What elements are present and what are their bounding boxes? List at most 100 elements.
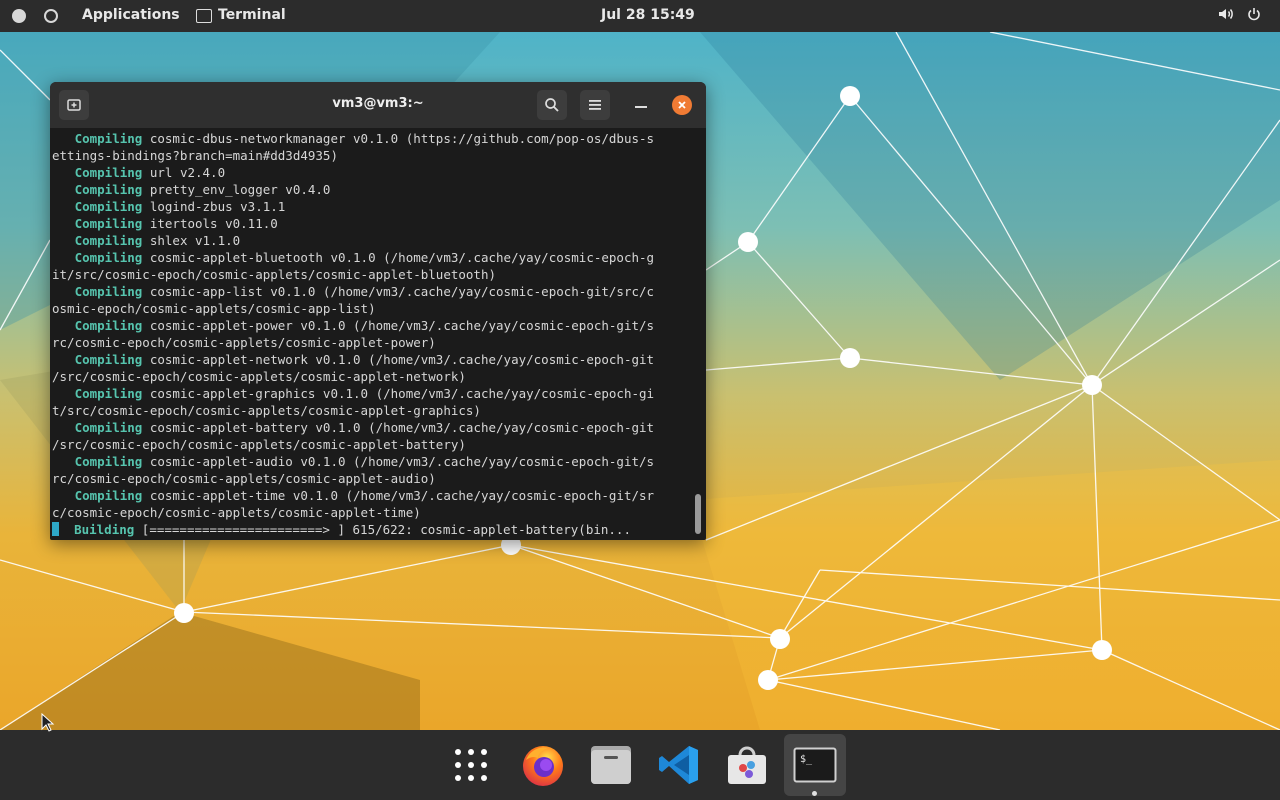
terminal-output[interactable]: Compiling cosmic-dbus-networkmanager v0.…: [50, 128, 694, 540]
compiling-keyword: Compiling: [52, 216, 143, 231]
running-indicator: [812, 791, 817, 796]
line-text: c/cosmic-epoch/cosmic-applets/cosmic-app…: [52, 505, 421, 520]
line-text: cosmic-applet-graphics v0.1.0 (/home/vm3…: [142, 386, 655, 401]
line-text: cosmic-applet-power v0.1.0 (/home/vm3/.c…: [142, 318, 655, 333]
compiling-keyword: Compiling: [52, 250, 143, 265]
close-icon: [678, 101, 686, 109]
terminal-line: ettings-bindings?branch=main#dd3d4935): [52, 147, 694, 164]
firefox-icon: [523, 746, 563, 786]
terminal-window[interactable]: vm3@vm3:~ Compiling cosmic-dbus-networkm…: [50, 82, 706, 540]
terminal-line: it/src/cosmic-epoch/cosmic-applets/cosmi…: [52, 266, 694, 283]
line-text: cosmic-applet-battery v0.1.0 (/home/vm3/…: [142, 420, 655, 435]
line-text: cosmic-applet-audio v0.1.0 (/home/vm3/.c…: [142, 454, 655, 469]
compiling-keyword: Compiling: [52, 131, 143, 146]
terminal-line: Compiling cosmic-applet-network v0.1.0 (…: [52, 351, 694, 368]
firefox-launcher[interactable]: [516, 738, 570, 792]
terminal-line: Compiling itertools v0.11.0: [52, 215, 694, 232]
terminal-line: rc/cosmic-epoch/cosmic-applets/cosmic-ap…: [52, 334, 694, 351]
compiling-keyword: Compiling: [52, 420, 143, 435]
top-panel: Applications Terminal Jul 28 15:49: [0, 0, 1280, 32]
line-text: itertools v0.11.0: [142, 216, 278, 231]
app-grid-button[interactable]: [444, 738, 498, 792]
terminal-line: Compiling cosmic-applet-audio v0.1.0 (/h…: [52, 453, 694, 470]
line-text: logind-zbus v3.1.1: [142, 199, 286, 214]
compiling-keyword: Compiling: [52, 284, 143, 299]
line-text: cosmic-applet-bluetooth v0.1.0 (/home/vm…: [142, 250, 655, 265]
terminal-line: Compiling cosmic-dbus-networkmanager v0.…: [52, 130, 694, 147]
line-text: /src/cosmic-epoch/cosmic-applets/cosmic-…: [52, 437, 466, 452]
building-progress-line: Building [=======================> ] 615…: [52, 521, 694, 538]
terminal-line: c/cosmic-epoch/cosmic-applets/cosmic-app…: [52, 504, 694, 521]
compiling-keyword: Compiling: [52, 199, 143, 214]
active-app-label: Terminal: [218, 7, 286, 23]
line-text: cosmic-app-list v0.1.0 (/home/vm3/.cache…: [142, 284, 655, 299]
power-icon[interactable]: [1247, 7, 1261, 25]
line-text: url v2.4.0: [142, 165, 226, 180]
compiling-keyword: Compiling: [52, 233, 143, 248]
terminal-line: Compiling cosmic-applet-graphics v0.1.0 …: [52, 385, 694, 402]
terminal-line: /src/cosmic-epoch/cosmic-applets/cosmic-…: [52, 368, 694, 385]
line-text: rc/cosmic-epoch/cosmic-applets/cosmic-ap…: [52, 471, 436, 486]
search-icon: [545, 98, 559, 112]
line-text: cosmic-dbus-networkmanager v0.1.0 (https…: [142, 131, 655, 146]
terminal-line: Compiling pretty_env_logger v0.4.0: [52, 181, 694, 198]
terminal-line: Compiling cosmic-applet-time v0.1.0 (/ho…: [52, 487, 694, 504]
line-text: osmic-epoch/cosmic-applets/cosmic-app-li…: [52, 301, 376, 316]
hamburger-menu-icon: [589, 100, 601, 110]
vscode-launcher[interactable]: [652, 738, 706, 792]
compiling-keyword: Compiling: [52, 318, 143, 333]
clock[interactable]: Jul 28 15:49: [601, 7, 695, 23]
terminal-line: Compiling cosmic-applet-battery v0.1.0 (…: [52, 419, 694, 436]
line-text: cosmic-applet-time v0.1.0 (/home/vm3/.ca…: [142, 488, 655, 503]
terminal-line: Compiling shlex v1.1.0: [52, 232, 694, 249]
workspaces-icon[interactable]: [12, 9, 26, 23]
terminal-app-icon: [196, 9, 212, 23]
applications-menu[interactable]: Applications: [82, 7, 180, 23]
terminal-line: Compiling cosmic-applet-bluetooth v0.1.0…: [52, 249, 694, 266]
line-text: cosmic-applet-network v0.1.0 (/home/vm3/…: [142, 352, 655, 367]
terminal-launcher[interactable]: $_: [784, 734, 846, 796]
line-text: it/src/cosmic-epoch/cosmic-applets/cosmi…: [52, 267, 497, 282]
store-icon: [728, 746, 766, 784]
line-text: pretty_env_logger v0.4.0: [142, 182, 331, 197]
terminal-line: /src/cosmic-epoch/cosmic-applets/cosmic-…: [52, 436, 694, 453]
terminal-line: Compiling cosmic-applet-power v0.1.0 (/h…: [52, 317, 694, 334]
mouse-cursor-icon: [41, 713, 55, 732]
terminal-line: Compiling url v2.4.0: [52, 164, 694, 181]
volume-icon[interactable]: [1218, 7, 1234, 25]
terminal-line: Compiling logind-zbus v3.1.1: [52, 198, 694, 215]
line-text: t/src/cosmic-epoch/cosmic-applets/cosmic…: [52, 403, 481, 418]
close-button[interactable]: [672, 95, 692, 115]
compiling-keyword: Compiling: [52, 182, 143, 197]
dock: $_: [0, 730, 1280, 800]
compiling-keyword: Compiling: [52, 454, 143, 469]
compiling-keyword: Compiling: [52, 488, 143, 503]
files-launcher[interactable]: [584, 738, 638, 792]
files-icon: [591, 746, 631, 784]
line-text: /src/cosmic-epoch/cosmic-applets/cosmic-…: [52, 369, 466, 384]
terminal-icon: $_: [793, 747, 837, 783]
vscode-icon: [659, 746, 698, 784]
active-app-menu[interactable]: Terminal: [196, 7, 286, 23]
building-keyword: Building: [74, 522, 135, 537]
svg-text:$_: $_: [800, 754, 813, 765]
compiling-keyword: Compiling: [52, 352, 143, 367]
compiling-keyword: Compiling: [52, 165, 143, 180]
line-text: rc/cosmic-epoch/cosmic-applets/cosmic-ap…: [52, 335, 436, 350]
terminal-line: rc/cosmic-epoch/cosmic-applets/cosmic-ap…: [52, 470, 694, 487]
store-launcher[interactable]: [720, 738, 774, 792]
building-progress-text: [=======================> ] 615/622: cos…: [134, 522, 631, 537]
terminal-line: t/src/cosmic-epoch/cosmic-applets/cosmic…: [52, 402, 694, 419]
terminal-header[interactable]: vm3@vm3:~: [50, 82, 706, 128]
terminal-scrollbar[interactable]: [695, 494, 701, 534]
terminal-line: Compiling cosmic-app-list v0.1.0 (/home/…: [52, 283, 694, 300]
terminal-line: osmic-epoch/cosmic-applets/cosmic-app-li…: [52, 300, 694, 317]
compiling-keyword: Compiling: [52, 386, 143, 401]
terminal-cursor: [52, 522, 59, 536]
menu-button[interactable]: [580, 90, 610, 120]
workspace-indicator-icon[interactable]: [44, 9, 58, 23]
minimize-button[interactable]: [635, 106, 647, 108]
search-button[interactable]: [537, 90, 567, 120]
line-text: shlex v1.1.0: [142, 233, 241, 248]
line-text: ettings-bindings?branch=main#dd3d4935): [52, 148, 338, 163]
